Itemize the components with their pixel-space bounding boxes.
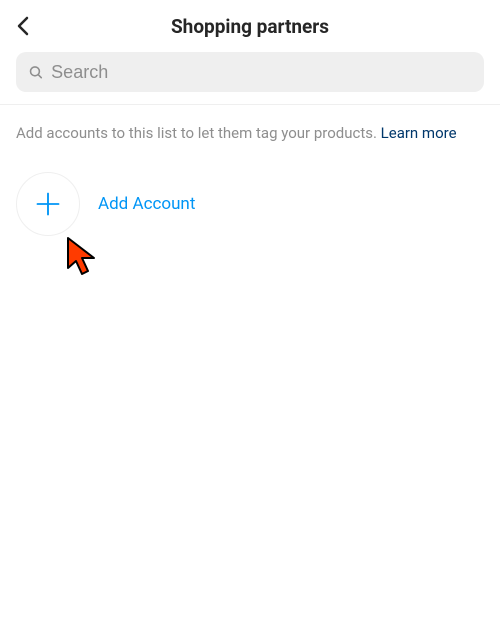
header: Shopping partners	[0, 0, 500, 52]
learn-more-link[interactable]: Learn more	[381, 124, 457, 142]
chevron-left-icon	[12, 14, 36, 38]
search-field[interactable]	[16, 52, 484, 92]
info-text: Add accounts to this list to let them ta…	[0, 105, 500, 144]
back-button[interactable]	[6, 8, 42, 44]
cursor-pointer-icon	[64, 236, 100, 284]
search-container	[0, 52, 500, 104]
search-input[interactable]	[51, 62, 472, 83]
info-message: Add accounts to this list to let them ta…	[16, 124, 381, 142]
add-account-button[interactable]	[16, 172, 80, 236]
page-title: Shopping partners	[171, 15, 329, 38]
add-account-label[interactable]: Add Account	[98, 194, 195, 214]
plus-icon	[34, 190, 62, 218]
search-icon	[28, 64, 43, 80]
add-account-row: Add Account	[0, 144, 500, 236]
